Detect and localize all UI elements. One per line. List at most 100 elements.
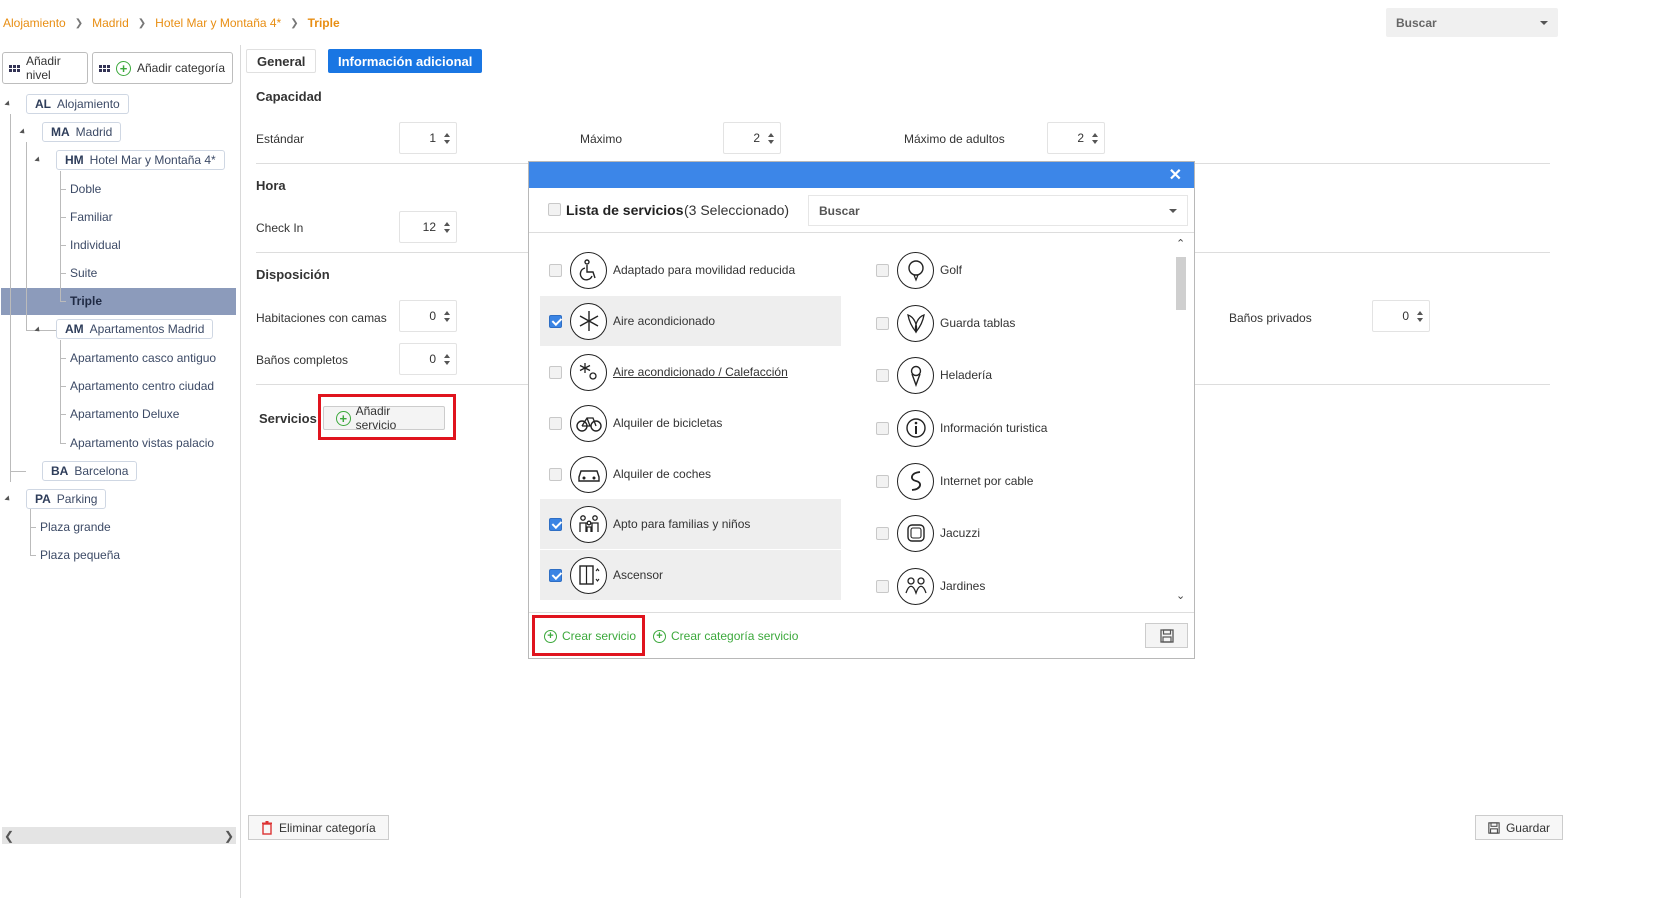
list-item[interactable]: Apto para familias y niños (540, 499, 841, 549)
chevron-up-icon[interactable]: ⌃ (1176, 237, 1185, 250)
tree-leaf-centro-ciudad[interactable]: Apartamento centro ciudad (70, 379, 214, 393)
service-checkbox[interactable] (876, 579, 889, 593)
scroll-left-icon[interactable]: ❮ (4, 829, 14, 843)
list-item[interactable]: Guarda tablas (867, 298, 1167, 348)
tree-node-alojamiento[interactable]: AL Alojamiento (26, 94, 129, 114)
list-item[interactable]: Alquiler de coches (540, 449, 841, 499)
stepper-arrows-icon[interactable] (768, 132, 774, 144)
tab-informacion-adicional[interactable]: Información adicional (328, 49, 483, 73)
create-category-link[interactable]: + Crear categoría servicio (653, 629, 798, 643)
list-item[interactable]: Jardines (867, 561, 1167, 611)
top-search-select[interactable]: Buscar (1386, 8, 1558, 37)
tree-leaf-deluxe[interactable]: Apartamento Deluxe (70, 407, 179, 421)
horizontal-scrollbar[interactable]: ❮ ❯ (2, 827, 236, 844)
tree-node-madrid[interactable]: MA Madrid (42, 122, 122, 142)
tree-leaf-familiar[interactable]: Familiar (70, 210, 113, 224)
service-checkbox[interactable] (549, 314, 562, 328)
tree-node-hotel[interactable]: HM Hotel Mar y Montaña 4* (56, 150, 225, 170)
checkin-stepper[interactable]: 12 (399, 211, 457, 243)
scrollbar-thumb[interactable] (1176, 257, 1186, 310)
stepper-arrows-icon[interactable] (444, 310, 450, 322)
tree-leaf-doble[interactable]: Doble (70, 182, 101, 196)
service-label: Aire acondicionado (613, 314, 716, 328)
tree-leaf-individual[interactable]: Individual (70, 238, 121, 252)
service-checkbox[interactable] (876, 368, 889, 382)
service-checkbox[interactable] (876, 421, 889, 435)
service-checkbox[interactable] (549, 517, 562, 531)
list-item[interactable]: Internet por cable (867, 456, 1167, 506)
stepper-arrows-icon[interactable] (444, 353, 450, 365)
stepper-arrows-icon[interactable] (444, 221, 450, 233)
modal-search-select[interactable]: Buscar (808, 195, 1188, 226)
list-item[interactable]: Información turistica (867, 403, 1167, 453)
banos-completos-stepper[interactable]: 0 (399, 343, 457, 375)
ice-cream-icon (897, 356, 934, 394)
tree-node-parking[interactable]: PA Parking (26, 489, 107, 509)
stepper-arrows-icon[interactable] (1417, 310, 1423, 322)
service-checkbox[interactable] (549, 467, 562, 481)
hab-camas-stepper[interactable]: 0 (399, 300, 457, 332)
scroll-right-icon[interactable]: ❯ (224, 829, 234, 843)
save-button[interactable]: Guardar (1475, 815, 1563, 840)
service-checkbox[interactable] (549, 263, 562, 277)
service-checkbox[interactable] (876, 316, 889, 330)
breadcrumb-hotel[interactable]: Hotel Mar y Montaña 4* (155, 16, 281, 30)
add-category-button[interactable]: + Añadir categoría (92, 52, 233, 84)
add-category-label: Añadir categoría (137, 61, 226, 75)
snowflake-icon (570, 302, 607, 340)
list-item[interactable]: Alquiler de bicicletas (540, 398, 841, 448)
tree-leaf-plaza-pequena[interactable]: Plaza pequeña (40, 548, 120, 562)
stepper-arrows-icon[interactable] (1092, 132, 1098, 144)
tree-line (10, 114, 11, 482)
modal-save-button[interactable] (1145, 623, 1188, 648)
breadcrumb-madrid[interactable]: Madrid (92, 16, 129, 30)
banos-privados-stepper[interactable]: 0 (1372, 300, 1430, 332)
modal-footer: + Crear servicio + Crear categoría servi… (529, 612, 1194, 659)
list-item[interactable]: Adaptado para movilidad reducida (540, 245, 841, 295)
select-all-checkbox[interactable] (548, 203, 561, 216)
list-item[interactable]: Ascensor (540, 550, 841, 600)
stepper-value: 0 (429, 352, 436, 366)
delete-category-button[interactable]: Eliminar categoría (248, 815, 389, 840)
tree-leaf-casco-antiguo[interactable]: Apartamento casco antiguo (70, 351, 216, 365)
tree-leaf-plaza-grande[interactable]: Plaza grande (40, 520, 111, 534)
service-checkbox[interactable] (549, 365, 562, 379)
tree-leaf-triple[interactable]: Triple (70, 294, 102, 308)
tree-node-barcelona[interactable]: BA Barcelona (42, 461, 138, 481)
service-checkbox[interactable] (876, 263, 889, 277)
list-item[interactable]: Aire acondicionado / Calefacción (540, 347, 841, 397)
list-item[interactable]: Golf (867, 245, 1167, 295)
tree-line (60, 245, 66, 246)
stepper-value: 0 (1402, 309, 1409, 323)
chevron-down-icon[interactable]: ⌄ (1176, 589, 1185, 602)
tab-general[interactable]: General (246, 49, 317, 73)
stepper-arrows-icon[interactable] (444, 132, 450, 144)
add-level-button[interactable]: Añadir nivel (2, 52, 88, 84)
list-item[interactable]: Aire acondicionado (540, 296, 841, 346)
caret-down-icon (1540, 20, 1548, 25)
surfboard-icon (897, 304, 934, 342)
breadcrumb-alojamiento[interactable]: Alojamiento (3, 16, 66, 30)
create-service-link[interactable]: + Crear servicio (544, 629, 636, 643)
maximo-label: Máximo (580, 132, 623, 146)
vertical-scrollbar[interactable]: ⌃ ⌄ (1174, 237, 1188, 607)
add-service-button[interactable]: + Añadir servicio (323, 404, 445, 432)
estandar-stepper[interactable]: 1 (399, 122, 457, 154)
service-checkbox[interactable] (549, 416, 562, 430)
list-item[interactable]: Jacuzzi (867, 508, 1167, 558)
close-icon[interactable]: ✕ (1169, 165, 1182, 185)
tree-line (60, 414, 66, 415)
max-adultos-label: Máximo de adultos (904, 132, 1005, 146)
list-item[interactable]: Heladería (867, 350, 1167, 400)
tree-leaf-suite[interactable]: Suite (70, 266, 97, 280)
tree-node-apartamentos[interactable]: AM Apartamentos Madrid (56, 319, 214, 339)
tree-node-code: MA (51, 125, 70, 139)
max-adultos-stepper[interactable]: 2 (1047, 122, 1105, 154)
modal-search-placeholder: Buscar (819, 203, 860, 218)
maximo-stepper[interactable]: 2 (723, 122, 781, 154)
tree-leaf-vistas-palacio[interactable]: Apartamento vistas palacio (70, 436, 214, 450)
stepper-value: 1 (429, 131, 436, 145)
service-checkbox[interactable] (876, 474, 889, 488)
service-checkbox[interactable] (876, 526, 889, 540)
service-checkbox[interactable] (549, 568, 562, 582)
